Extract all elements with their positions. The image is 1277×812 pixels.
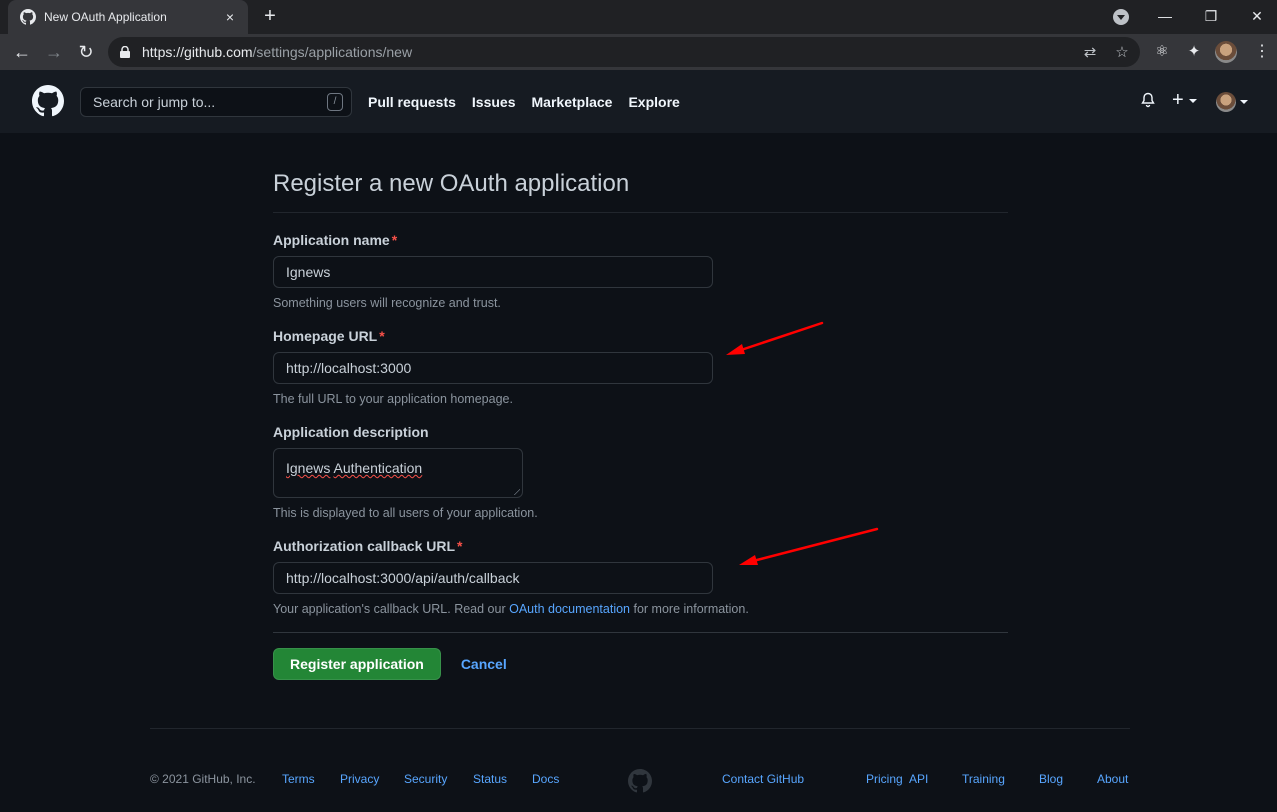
application-description-label: Application description: [273, 424, 429, 440]
application-name-label: Application name *: [273, 232, 398, 248]
tab-search-icon[interactable]: [1113, 9, 1129, 25]
application-description-note: This is displayed to all users of your a…: [273, 506, 538, 520]
tab-title: New OAuth Application: [44, 10, 167, 24]
application-name-note: Something users will recognize and trust…: [273, 296, 501, 310]
forward-button[interactable]: →: [41, 39, 67, 65]
new-tab-button[interactable]: +: [259, 5, 281, 27]
url-text: https://github.com/settings/applications…: [142, 44, 413, 60]
cancel-link[interactable]: Cancel: [461, 656, 507, 672]
translate-icon[interactable]: ⇄: [1081, 44, 1099, 62]
footer-link-training[interactable]: Training: [962, 772, 1005, 786]
required-marker: *: [379, 328, 385, 344]
footer-link-security[interactable]: Security: [404, 772, 447, 786]
back-button[interactable]: ←: [9, 39, 35, 65]
browser-profile-avatar[interactable]: [1215, 41, 1237, 63]
oauth-form: Register a new OAuth application Applica…: [273, 170, 1008, 680]
address-bar[interactable]: https://github.com/settings/applications…: [108, 37, 1140, 67]
github-header: Search or jump to... / Pull requests Iss…: [0, 70, 1277, 133]
tab-close-icon[interactable]: ×: [222, 9, 238, 25]
footer-link-contact[interactable]: Contact GitHub: [722, 772, 804, 786]
create-new-menu[interactable]: +: [1172, 89, 1198, 111]
footer: © 2021 GitHub, Inc. Terms Privacy Securi…: [150, 728, 1130, 812]
page-title: Register a new OAuth application: [273, 170, 1008, 213]
react-devtools-icon[interactable]: ⚛: [1152, 42, 1172, 62]
homepage-url-note: The full URL to your application homepag…: [273, 392, 513, 406]
footer-link-privacy[interactable]: Privacy: [340, 772, 379, 786]
required-marker: *: [457, 538, 463, 554]
footer-link-docs[interactable]: Docs: [532, 772, 559, 786]
user-avatar[interactable]: [1216, 92, 1236, 112]
footer-link-api[interactable]: API: [909, 772, 928, 786]
bookmark-star-icon[interactable]: ☆: [1113, 44, 1131, 62]
register-application-button[interactable]: Register application: [273, 648, 441, 680]
restore-button[interactable]: ❐: [1196, 4, 1226, 28]
form-actions: Register application Cancel: [273, 632, 1008, 680]
nav-marketplace[interactable]: Marketplace: [532, 94, 613, 110]
browser-tab[interactable]: New OAuth Application ×: [8, 0, 248, 34]
required-marker: *: [391, 232, 398, 248]
callback-url-label: Authorization callback URL *: [273, 538, 463, 554]
avatar-chevron-down-icon[interactable]: [1240, 100, 1248, 104]
callback-url-note: Your application's callback URL. Read ou…: [273, 602, 749, 616]
github-favicon-icon: [20, 9, 36, 25]
github-footer-logo-icon[interactable]: [628, 769, 652, 793]
callback-url-input[interactable]: http://localhost:3000/api/auth/callback: [273, 562, 713, 594]
lock-icon: [120, 46, 130, 58]
footer-copyright: © 2021 GitHub, Inc.: [150, 772, 256, 786]
homepage-url-label: Homepage URL *: [273, 328, 385, 344]
notifications-bell-icon[interactable]: [1140, 92, 1156, 108]
footer-link-blog[interactable]: Blog: [1039, 772, 1063, 786]
chevron-down-icon: [1189, 98, 1198, 103]
footer-link-about[interactable]: About: [1097, 772, 1128, 786]
plus-icon: +: [1172, 89, 1184, 111]
annotation-arrow-homepage: [726, 321, 824, 355]
field-application-description: Application description Ignews Authentic…: [273, 424, 1008, 520]
browser-tab-strip: New OAuth Application × + — ❐ ✕: [0, 0, 1277, 34]
annotation-arrow-callback: [739, 527, 879, 565]
description-word: Ignews: [286, 460, 331, 476]
browser-menu-icon[interactable]: ⋮: [1254, 42, 1270, 62]
header-nav: Pull requests Issues Marketplace Explore: [368, 94, 680, 110]
oauth-documentation-link[interactable]: OAuth documentation: [509, 602, 630, 616]
search-input[interactable]: Search or jump to... /: [80, 87, 352, 117]
reload-button[interactable]: ↻: [73, 39, 99, 65]
minimize-button[interactable]: —: [1150, 4, 1180, 28]
resize-handle-icon[interactable]: [512, 487, 520, 495]
github-logo-icon[interactable]: [32, 85, 64, 117]
field-homepage-url: Homepage URL * http://localhost:3000 The …: [273, 328, 1008, 406]
search-placeholder: Search or jump to...: [93, 94, 216, 110]
field-application-name: Application name * Ignews Something users…: [273, 232, 1008, 310]
application-description-textarea[interactable]: Ignews Authentication: [273, 448, 523, 498]
homepage-url-input[interactable]: http://localhost:3000: [273, 352, 713, 384]
extensions-puzzle-icon[interactable]: ✦: [1184, 42, 1204, 62]
description-word: Authentication: [333, 460, 423, 476]
application-name-input[interactable]: Ignews: [273, 256, 713, 288]
nav-pull-requests[interactable]: Pull requests: [368, 94, 456, 110]
search-shortcut-key: /: [327, 93, 343, 111]
footer-link-status[interactable]: Status: [473, 772, 507, 786]
footer-link-terms[interactable]: Terms: [282, 772, 315, 786]
browser-toolbar: ← → ↻ https://github.com/settings/applic…: [0, 34, 1277, 70]
footer-link-pricing[interactable]: Pricing: [866, 772, 903, 786]
nav-explore[interactable]: Explore: [628, 94, 679, 110]
close-window-button[interactable]: ✕: [1242, 4, 1272, 28]
nav-issues[interactable]: Issues: [472, 94, 516, 110]
field-callback-url: Authorization callback URL * http://local…: [273, 538, 1008, 616]
